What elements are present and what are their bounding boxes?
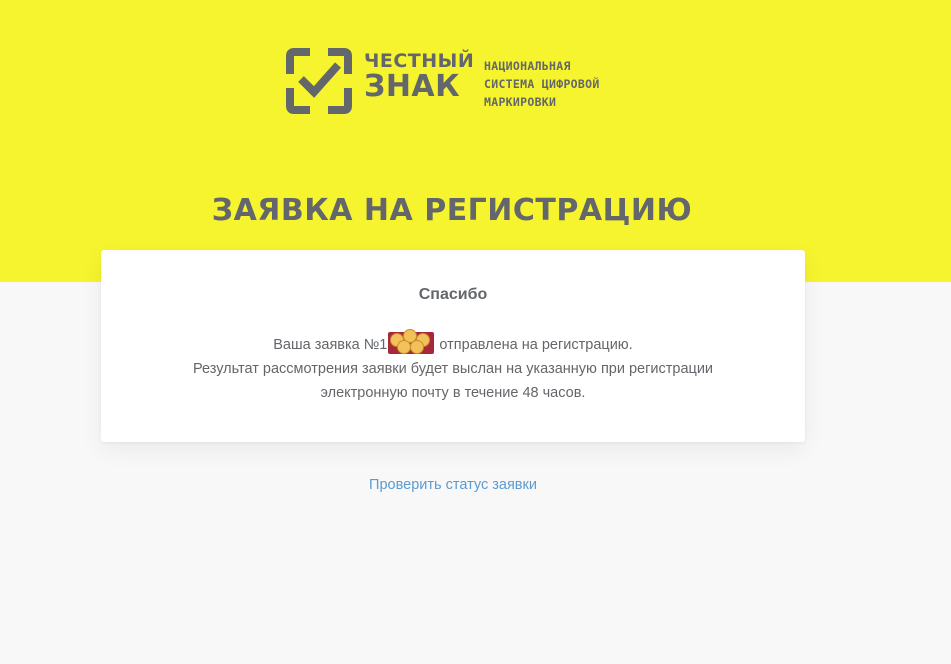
checkmark-bracket-logo-icon (286, 48, 352, 114)
card-message: Ваша заявка №1 отправлена на регистрацию… (101, 329, 805, 405)
card-title: Спасибо (418, 286, 488, 303)
logo-wordmark: ЧЕСТНЫЙ ЗНАК (364, 52, 474, 102)
confirmation-card: Спасибо Ваша заявка №1 отправлена на рег… (101, 250, 805, 442)
message-line: электронную почту в течение 48 часов. (320, 385, 586, 401)
message-text: отправлена на регистрацию. (435, 337, 633, 353)
message-line: Результат рассмотрения заявки будет высл… (192, 361, 714, 377)
logo-tagline-line: СИСТЕМА ЦИФРОВОЙ (484, 77, 600, 91)
chestny-znak-logo[interactable]: ЧЕСТНЫЙ ЗНАК НАЦИОНАЛЬНАЯ СИСТЕМА ЦИФРОВ… (286, 48, 626, 114)
redaction-sticker (388, 329, 435, 354)
logo-name-line2: ЗНАК (364, 69, 461, 104)
logo-tagline-line: МАРКИРОВКИ (484, 95, 557, 109)
page-title: ЗАЯВКА НА РЕГИСТРАЦИЮ (211, 193, 693, 228)
header-band (0, 0, 951, 282)
message-line: Ваша заявка №1 отправлена на регистрацию… (101, 329, 805, 357)
check-status-link[interactable]: Проверить статус заявки (0, 477, 906, 493)
logo-tagline-line: НАЦИОНАЛЬНАЯ (484, 59, 571, 73)
logo-tagline: НАЦИОНАЛЬНАЯ СИСТЕМА ЦИФРОВОЙ МАРКИРОВКИ (484, 57, 600, 111)
message-text: Ваша заявка №1 (273, 337, 388, 353)
